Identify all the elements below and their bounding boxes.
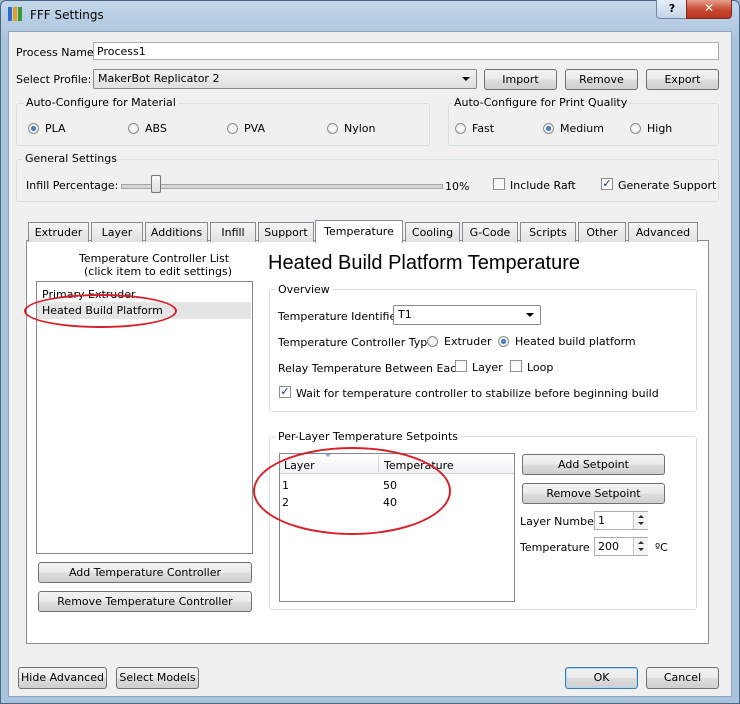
infill-slider-thumb[interactable]: [151, 175, 161, 193]
include-raft-label: Include Raft: [510, 179, 576, 192]
quality-label-fast: Fast: [472, 122, 495, 135]
type-label-extruder: Extruder: [444, 335, 492, 348]
general-settings-group: [16, 159, 719, 202]
layer-number-label: Layer Number: [520, 515, 599, 528]
wait-stabilize-checkbox[interactable]: ✓: [279, 386, 291, 398]
remove-temperature-controller-button[interactable]: Remove Temperature Controller: [38, 591, 252, 612]
annotation-ellipse: [24, 294, 177, 328]
tab-scripts[interactable]: Scripts: [520, 222, 576, 242]
quality-label-high: High: [647, 122, 673, 135]
material-radio-nylon[interactable]: [327, 123, 338, 134]
overview-title: Overview: [276, 283, 332, 296]
material-radio-pva[interactable]: [227, 123, 238, 134]
setpoints-title: Per-Layer Temperature Setpoints: [276, 430, 460, 443]
infill-label: Infill Percentage:: [26, 179, 119, 192]
ok-button[interactable]: OK: [565, 667, 638, 689]
process-name-input[interactable]: Process1: [93, 42, 719, 60]
spin-down-icon: [638, 522, 644, 525]
material-radio-pla[interactable]: [28, 123, 39, 134]
generate-support-label: Generate Support: [618, 179, 717, 192]
quality-radio-fast[interactable]: [455, 123, 466, 134]
chevron-down-icon: [462, 77, 470, 81]
material-label-abs: ABS: [145, 122, 167, 135]
remove-setpoint-button[interactable]: Remove Setpoint: [522, 483, 665, 504]
spin-up-icon: [638, 515, 644, 518]
infill-value: 10%: [445, 180, 470, 193]
type-label-heated-build-platform: Heated build platform: [515, 335, 636, 348]
tab-additions[interactable]: Additions: [145, 222, 208, 242]
type-radio-extruder[interactable]: [427, 336, 438, 347]
quality-group-title: Auto-Configure for Print Quality: [452, 96, 630, 109]
tab-cooling[interactable]: Cooling: [405, 222, 460, 242]
type-radio-heated-build-platform[interactable]: [498, 336, 509, 347]
relay-layer-checkbox[interactable]: [455, 360, 467, 372]
temperature-spinner[interactable]: [633, 538, 648, 555]
tab-advanced[interactable]: Advanced: [628, 222, 698, 242]
tab-layer[interactable]: Layer: [91, 222, 143, 242]
temperature-identifier-select[interactable]: T1: [393, 305, 541, 325]
select-models-button[interactable]: Select Models: [116, 667, 199, 689]
tab-infill[interactable]: Infill: [210, 222, 256, 242]
quality-label-medium: Medium: [560, 122, 604, 135]
tab-g-code[interactable]: G-Code: [462, 222, 518, 242]
temperature-unit: ºC: [655, 541, 668, 554]
include-raft-checkbox[interactable]: [493, 178, 505, 190]
spin-down-icon: [638, 548, 644, 551]
close-button[interactable]: ✕: [686, 0, 732, 19]
relay-loop-checkbox[interactable]: [510, 360, 522, 372]
material-label-nylon: Nylon: [344, 122, 376, 135]
controller-list-subheading: (click item to edit settings): [84, 265, 233, 278]
temperature-identifier-value: T1: [398, 308, 412, 321]
tab-extruder[interactable]: Extruder: [28, 222, 89, 242]
temperature-identifier-label: Temperature Identifier: [278, 310, 401, 323]
relay-layer-label: Layer: [472, 361, 503, 374]
remove-profile-button[interactable]: Remove: [565, 69, 638, 90]
generate-support-checkbox[interactable]: ✓: [601, 178, 613, 190]
annotation-ellipse: [253, 447, 451, 535]
profile-select[interactable]: MakerBot Replicator 2: [93, 69, 477, 89]
temperature-value: 200: [598, 540, 619, 553]
material-radio-abs[interactable]: [128, 123, 139, 134]
select-profile-label: Select Profile:: [16, 73, 92, 86]
export-button[interactable]: Export: [646, 69, 719, 90]
add-setpoint-button[interactable]: Add Setpoint: [522, 454, 665, 475]
controller-type-label: Temperature Controller Type:: [278, 336, 438, 349]
spin-up-icon: [638, 541, 644, 544]
relay-loop-label: Loop: [527, 361, 554, 374]
material-label-pva: PVA: [244, 122, 265, 135]
controller-list-heading: Temperature Controller List: [79, 252, 230, 265]
import-button[interactable]: Import: [484, 69, 557, 90]
material-group-title: Auto-Configure for Material: [24, 96, 178, 109]
quality-radio-high[interactable]: [630, 123, 641, 134]
quality-radio-medium[interactable]: [543, 123, 554, 134]
layer-number-spinner[interactable]: [633, 512, 648, 529]
detail-title: Heated Build Platform Temperature: [268, 252, 581, 274]
add-temperature-controller-button[interactable]: Add Temperature Controller: [38, 562, 252, 583]
process-name-label: Process Name:: [16, 46, 98, 59]
tab-other[interactable]: Other: [578, 222, 626, 242]
cancel-button[interactable]: Cancel: [646, 667, 719, 689]
help-button[interactable]: ?: [656, 0, 688, 19]
layer-number-value: 1: [598, 514, 605, 527]
material-label-pla: PLA: [45, 122, 66, 135]
app-icon: [8, 7, 22, 21]
wait-stabilize-label: Wait for temperature controller to stabi…: [296, 387, 659, 400]
temperature-label: Temperature: [520, 541, 590, 554]
relay-label: Relay Temperature Between Each:: [278, 362, 467, 375]
window-title: FFF Settings: [30, 8, 104, 22]
infill-slider-track[interactable]: [121, 184, 443, 189]
general-settings-title: General Settings: [23, 152, 119, 165]
tab-temperature[interactable]: Temperature: [315, 220, 403, 243]
chevron-down-icon: [526, 313, 534, 317]
tab-support[interactable]: Support: [258, 222, 314, 242]
profile-select-value: MakerBot Replicator 2: [98, 72, 220, 85]
hide-advanced-button[interactable]: Hide Advanced: [18, 667, 107, 689]
